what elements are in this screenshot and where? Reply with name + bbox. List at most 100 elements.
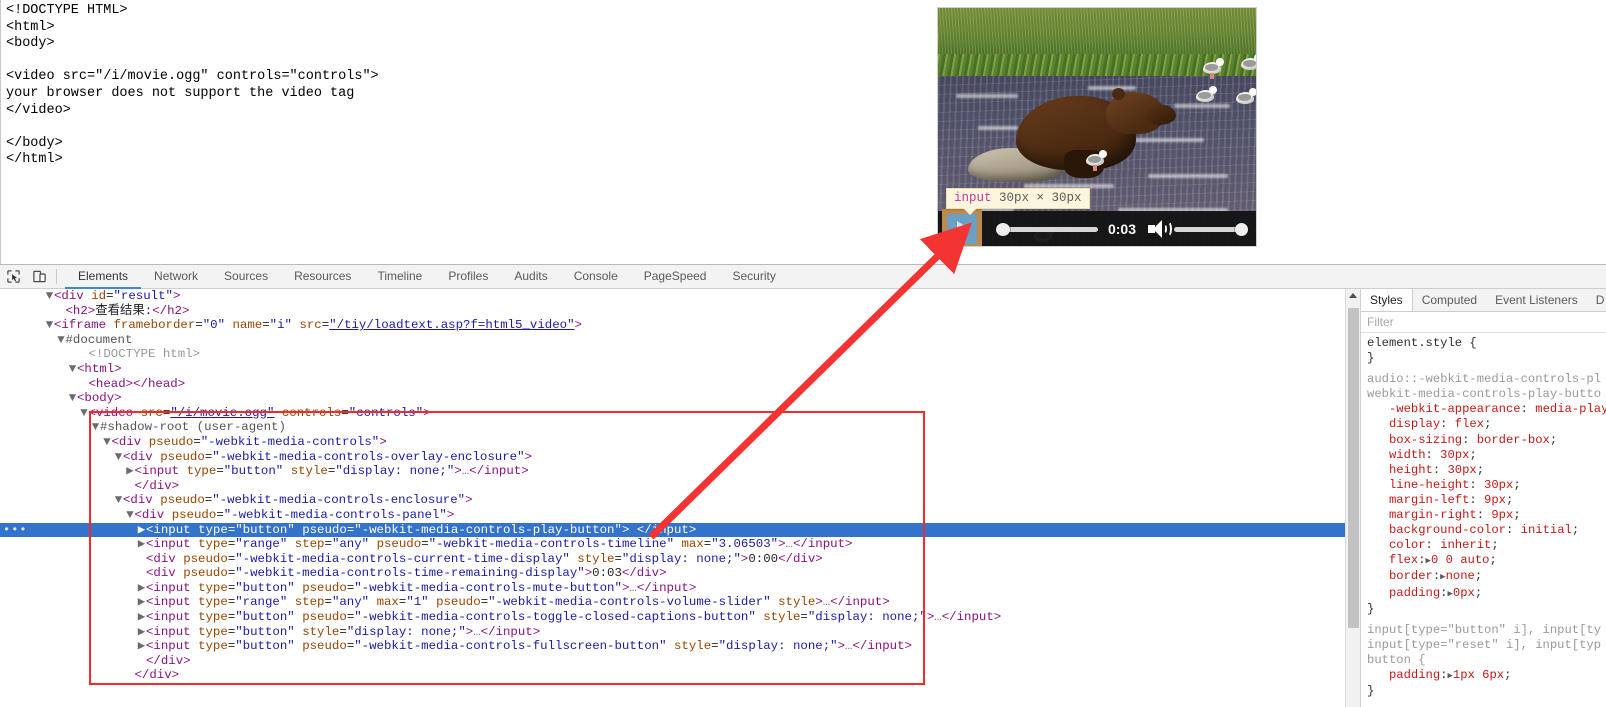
style-declaration[interactable]: color: inherit; xyxy=(1367,538,1606,553)
scroll-up-arrow[interactable] xyxy=(1349,293,1357,298)
style-selector: button { xyxy=(1367,652,1426,667)
dom-node[interactable]: ▶<input type="button" style="display: no… xyxy=(0,625,1345,640)
tab-audits[interactable]: Audits xyxy=(501,265,560,289)
disclosure-triangle-icon[interactable]: ▼ xyxy=(57,333,66,348)
disclosure-triangle-icon[interactable]: ▼ xyxy=(126,508,135,523)
disclosure-triangle-icon[interactable]: ▶ xyxy=(137,581,146,596)
device-toolbar-icon[interactable] xyxy=(26,266,52,288)
play-button[interactable] xyxy=(942,208,982,246)
dom-node[interactable]: ▼<body> xyxy=(0,391,1345,406)
tab-security[interactable]: Security xyxy=(719,265,788,289)
dom-node[interactable]: ▼<iframe frameborder="0" name="i" src="/… xyxy=(0,318,1345,333)
tab-timeline[interactable]: Timeline xyxy=(364,265,435,289)
dom-node[interactable]: ▼<div pseudo="-webkit-media-controls"> xyxy=(0,435,1345,450)
style-declaration[interactable]: border:▶none; xyxy=(1367,569,1606,585)
dom-node[interactable]: ▶<input type="range" step="any" pseudo="… xyxy=(0,537,1345,552)
disclosure-triangle-icon[interactable]: ▼ xyxy=(68,362,77,377)
dom-node[interactable]: ▼<html> xyxy=(0,362,1345,377)
dom-node[interactable]: <!DOCTYPE html> xyxy=(0,347,1345,362)
timeline-knob[interactable] xyxy=(996,222,1010,236)
tab-profiles[interactable]: Profiles xyxy=(435,265,501,289)
disclosure-triangle-icon[interactable]: ▼ xyxy=(91,420,100,435)
disclosure-triangle-icon[interactable]: ▶ xyxy=(137,523,146,538)
dom-node[interactable]: ▼<div pseudo="-webkit-media-controls-ove… xyxy=(0,450,1345,465)
devtools-toolbar: Elements Network Sources Resources Timeline P… xyxy=(0,265,1606,289)
style-declaration[interactable]: box-sizing: border-box; xyxy=(1367,433,1606,448)
dom-node[interactable]: ▼#document xyxy=(0,333,1345,348)
tab-pagespeed[interactable]: PageSpeed xyxy=(631,265,720,289)
styles-filter-input[interactable]: Filter xyxy=(1361,312,1606,333)
selected-row-marker: ••• xyxy=(3,522,28,537)
style-declaration[interactable]: flex:▶0 0 auto; xyxy=(1367,553,1606,569)
dom-node[interactable]: </div> xyxy=(0,479,1345,494)
timeline-slider[interactable] xyxy=(996,222,1098,236)
dom-node[interactable]: ▶<input type="range" step="any" max="1" … xyxy=(0,595,1345,610)
disclosure-triangle-icon[interactable]: ▶ xyxy=(137,595,146,610)
dom-node[interactable]: <div pseudo="-webkit-media-controls-curr… xyxy=(0,552,1345,567)
tab-console[interactable]: Console xyxy=(561,265,631,289)
dom-node[interactable]: ▼<video src="/i/movie.ogg" controls="con… xyxy=(0,406,1345,421)
style-rule-close: } xyxy=(1367,351,1375,366)
page-left-rule xyxy=(0,0,1,264)
page-source-code: <!DOCTYPE HTML> <html> <body> <video src… xyxy=(6,3,379,168)
disclosure-triangle-icon[interactable]: ▼ xyxy=(80,406,89,421)
tab-resources[interactable]: Resources xyxy=(281,265,364,289)
dom-node[interactable]: </div> xyxy=(0,654,1345,669)
disclosure-triangle-icon[interactable]: ▼ xyxy=(114,450,123,465)
style-selector: webkit-media-controls-play-butto xyxy=(1367,387,1602,402)
disclosure-triangle-icon[interactable]: ▶ xyxy=(126,464,135,479)
styles-tab-event-listeners[interactable]: Event Listeners xyxy=(1486,289,1587,311)
dom-node[interactable]: ▼<div pseudo="-webkit-media-controls-enc… xyxy=(0,493,1345,508)
dom-node[interactable]: <head></head> xyxy=(0,377,1345,392)
disclosure-triangle-icon[interactable]: ▶ xyxy=(137,639,146,654)
dom-node[interactable]: <div pseudo="-webkit-media-controls-time… xyxy=(0,566,1345,581)
style-declaration[interactable]: margin-right: 9px; xyxy=(1367,508,1606,523)
mute-button[interactable] xyxy=(1144,214,1174,244)
dom-node[interactable]: ▶<input type="button" pseudo="-webkit-me… xyxy=(0,639,1345,654)
style-declaration[interactable]: line-height: 30px; xyxy=(1367,478,1606,493)
dom-tree-scrollbar[interactable] xyxy=(1345,289,1360,707)
disclosure-triangle-icon[interactable]: ▼ xyxy=(114,493,123,508)
tab-sources[interactable]: Sources xyxy=(211,265,281,289)
style-declaration[interactable]: width: 30px; xyxy=(1367,448,1606,463)
disclosure-triangle-icon[interactable]: ▼ xyxy=(45,318,54,333)
dom-tree-pane[interactable]: ▼<div id="result"> <h2>查看结果:</h2> ▼<ifram… xyxy=(0,289,1345,707)
video-element[interactable]: 0:03 xyxy=(937,7,1257,247)
dom-node[interactable]: ▶<input type="button" style="display: no… xyxy=(0,464,1345,479)
style-selector: element.style { xyxy=(1367,336,1477,350)
inspect-cursor-icon[interactable] xyxy=(0,266,26,288)
disclosure-triangle-icon[interactable]: ▶ xyxy=(137,610,146,625)
scrollbar-thumb[interactable] xyxy=(1348,308,1359,628)
disclosure-triangle-icon[interactable]: ▼ xyxy=(68,391,77,406)
disclosure-triangle-icon[interactable]: ▶ xyxy=(137,625,146,640)
tab-elements[interactable]: Elements xyxy=(65,265,142,289)
disclosure-triangle-icon[interactable]: ▼ xyxy=(45,289,54,304)
dom-node[interactable]: </div> xyxy=(0,668,1345,683)
dom-node[interactable]: <h2>查看结果:</h2> xyxy=(0,304,1345,319)
style-declaration[interactable]: -webkit-appearance: media-play; xyxy=(1367,402,1606,417)
volume-knob[interactable] xyxy=(1235,222,1248,236)
style-declaration[interactable]: padding:▶1px 6px; xyxy=(1367,668,1606,684)
tooltip-tag-name: input xyxy=(954,191,992,205)
style-declaration[interactable]: margin-left: 9px; xyxy=(1367,493,1606,508)
dom-node[interactable]: ▼<div pseudo="-webkit-media-controls-pan… xyxy=(0,508,1345,523)
style-declaration[interactable]: background-color: initial; xyxy=(1367,523,1606,538)
dom-node[interactable]: ▼<div id="result"> xyxy=(0,289,1345,304)
style-declaration[interactable]: padding:▶0px; xyxy=(1367,586,1606,602)
devtools-screenshot: <!DOCTYPE HTML> <html> <body> <video src… xyxy=(0,0,1606,707)
style-declaration[interactable]: display: flex; xyxy=(1367,417,1606,432)
dom-node[interactable]: ▶<input type="button" pseudo="-webkit-me… xyxy=(0,610,1345,625)
dom-node-selected[interactable]: ▶<input type="button" pseudo="-webkit-me… xyxy=(0,522,1345,538)
styles-tab-computed[interactable]: Computed xyxy=(1413,289,1486,311)
rendered-page-pane: <!DOCTYPE HTML> <html> <body> <video src… xyxy=(0,0,1606,265)
disclosure-triangle-icon[interactable]: ▶ xyxy=(137,537,146,552)
styles-tab-styles[interactable]: Styles xyxy=(1361,289,1413,311)
dom-node[interactable]: ▼#shadow-root (user-agent) xyxy=(0,420,1345,435)
style-declaration[interactable]: height: 30px; xyxy=(1367,463,1606,478)
styles-tab-d[interactable]: D xyxy=(1587,289,1606,311)
dom-node[interactable]: ▶<input type="button" pseudo="-webkit-me… xyxy=(0,581,1345,596)
tab-network[interactable]: Network xyxy=(141,265,211,289)
disclosure-triangle-icon[interactable]: ▼ xyxy=(103,435,112,450)
style-rule-separator xyxy=(1367,699,1606,705)
volume-slider[interactable] xyxy=(1174,222,1248,236)
